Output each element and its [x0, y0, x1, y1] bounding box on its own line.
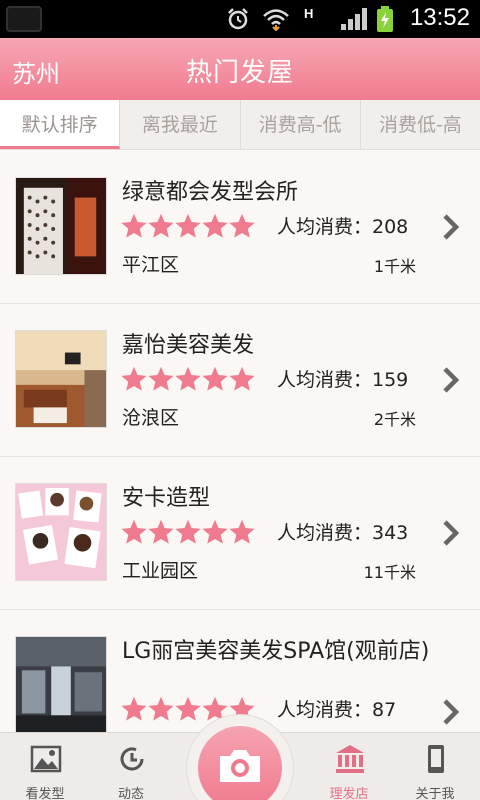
star-icon [229, 366, 255, 391]
chevron-right-icon[interactable] [440, 365, 462, 395]
network-type: H [304, 6, 314, 21]
nav-feed[interactable]: 动态 [86, 733, 176, 800]
clock-icon [120, 747, 144, 771]
nav-salons[interactable]: 理发店 [304, 733, 394, 800]
bank-icon [336, 745, 364, 773]
salon-name: LG丽宫美容美发SPA馆(观前店) [122, 639, 430, 664]
salon-thumbnail [15, 483, 107, 581]
salon-district: 沧浪区 [122, 407, 180, 429]
salon-thumbnail [15, 636, 107, 732]
salon-district: 平江区 [122, 254, 180, 276]
chevron-right-icon[interactable] [440, 518, 462, 548]
star-icon [148, 213, 174, 238]
clock-time: 13:52 [409, 4, 470, 31]
title-bar: 苏州 热门发屋 [0, 38, 480, 100]
star-icon [148, 696, 174, 721]
star-icon [121, 366, 147, 391]
tab-price-low-high[interactable]: 消费低-高 [361, 100, 480, 149]
star-icon [229, 519, 255, 544]
star-icon [175, 366, 201, 391]
chevron-right-icon[interactable] [440, 212, 462, 242]
avg-spend: 人均消费：159 [277, 369, 409, 391]
salon-thumbnail [15, 330, 107, 428]
camera-icon [220, 750, 260, 782]
nav-label: 理发店 [329, 787, 369, 800]
notification-icon [6, 6, 42, 32]
nav-label: 动态 [117, 787, 144, 800]
salon-list-item[interactable]: 嘉怡美容美发 人均消费：159 沧浪区 2千米 [0, 305, 480, 457]
rating-stars [120, 365, 255, 395]
tab-default-sort[interactable]: 默认排序 [0, 100, 121, 149]
nav-label: 看发型 [25, 787, 65, 800]
signal-icon [341, 8, 367, 30]
star-icon [121, 696, 147, 721]
salon-list-item[interactable]: 绿意都会发型会所 人均消费：208 平江区 1千米 [0, 152, 480, 304]
camera-button[interactable] [186, 714, 294, 800]
star-icon [202, 213, 228, 238]
status-bar: H 13:52 [0, 0, 480, 38]
salon-name: 嘉怡美容美发 [122, 333, 255, 358]
star-icon [148, 366, 174, 391]
wifi-icon [263, 9, 289, 31]
salon-name: 安卡造型 [122, 486, 211, 511]
phone-icon [428, 745, 444, 773]
salon-list-item[interactable]: 安卡造型 人均消费：343 工业园区 11千米 [0, 458, 480, 610]
salon-district: 工业园区 [122, 560, 199, 582]
avg-spend: 人均消费：208 [277, 216, 409, 238]
tab-price-high-low[interactable]: 消费高-低 [241, 100, 361, 149]
salon-distance: 1千米 [373, 257, 416, 276]
star-icon [175, 519, 201, 544]
nav-hairstyles[interactable]: 看发型 [0, 733, 90, 800]
nav-about[interactable]: 关于我 [390, 733, 480, 800]
image-icon [30, 745, 62, 773]
alarm-icon [228, 8, 248, 30]
rating-stars [120, 212, 255, 242]
battery-icon [377, 6, 393, 32]
salon-distance: 2千米 [373, 410, 416, 429]
star-icon [148, 519, 174, 544]
camera-button-face [198, 726, 282, 800]
star-icon [202, 519, 228, 544]
avg-spend: 人均消费：343 [277, 522, 409, 544]
star-icon [121, 213, 147, 238]
tab-nearest[interactable]: 离我最近 [120, 100, 241, 149]
salon-name: 绿意都会发型会所 [122, 180, 299, 205]
avg-spend: 人均消费：87 [277, 699, 397, 721]
nav-label: 关于我 [415, 787, 455, 800]
page-title: 热门发屋 [185, 58, 294, 88]
star-icon [229, 213, 255, 238]
star-icon [175, 213, 201, 238]
salon-thumbnail [15, 177, 107, 275]
salon-distance: 11千米 [363, 563, 416, 582]
salon-list: 绿意都会发型会所 人均消费：208 平江区 1千米 嘉怡美容美发 人均消费：15… [0, 152, 480, 732]
rating-stars [120, 518, 255, 548]
sort-tabs: 默认排序 离我最近 消费高-低 消费低-高 [0, 100, 480, 150]
chevron-right-icon[interactable] [440, 697, 462, 727]
star-icon [121, 519, 147, 544]
star-icon [202, 366, 228, 391]
